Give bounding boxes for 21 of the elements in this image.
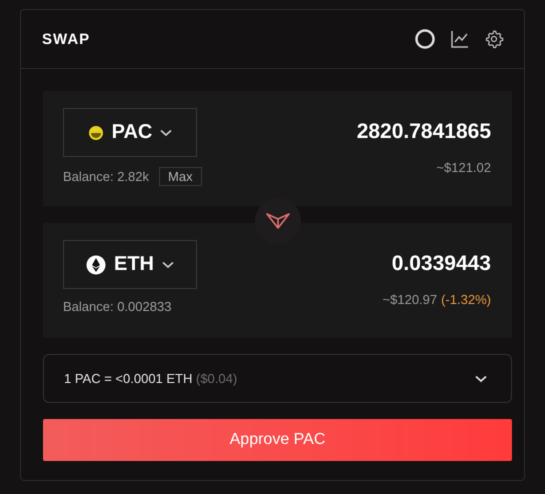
balance-text: Balance: 0.002833 [63,299,172,314]
usd-value: ~$121.02 [436,160,491,175]
amount-text[interactable]: 0.0339443 [392,252,491,276]
settings-icon[interactable] [484,29,504,49]
chevron-down-icon [162,260,174,268]
loading-ring-icon[interactable] [414,28,436,50]
usd-value: ~$120.97 [382,292,438,307]
token-selector[interactable]: ETH [63,240,197,289]
balance-text: Balance: 2.82k [63,169,150,184]
rate-dropdown[interactable]: 1 PAC = <0.0001 ETH ($0.04) [43,354,512,403]
arrowhead-down-icon [266,213,290,229]
max-button[interactable]: Max [159,167,202,186]
chevron-down-icon [160,128,172,136]
chart-icon[interactable] [450,29,470,49]
chevron-down-icon [475,374,487,382]
swap-title: SWAP [42,30,90,48]
amount-text[interactable]: 2820.7841865 [356,120,491,144]
ethereum-icon [86,254,106,274]
price-impact: (-1.32%) [441,292,491,307]
token-selector[interactable]: PAC [63,108,197,157]
coin-icon [88,124,104,140]
